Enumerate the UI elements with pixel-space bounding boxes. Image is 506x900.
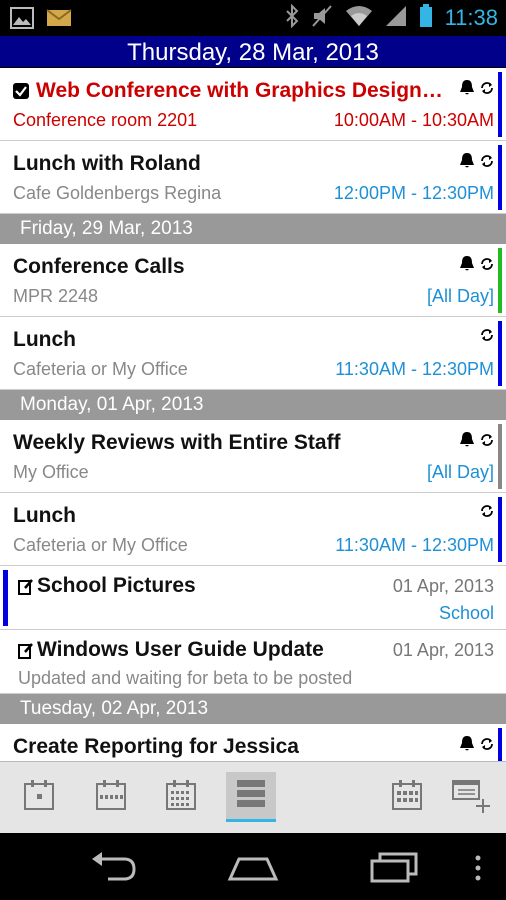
list-item[interactable]: Lunch Cafeteria or My Office 11:30AM - 1… (0, 493, 506, 566)
task-title: Windows User Guide Update (37, 638, 324, 661)
view-toolbar (0, 761, 506, 833)
recent-apps-icon[interactable] (368, 849, 422, 890)
event-time: 11:30AM - 12:30PM (335, 535, 494, 555)
task-due-date: 01 Apr, 2013 (392, 640, 494, 660)
bell-icon (458, 152, 476, 175)
list-item[interactable]: Create Reporting for Jessica (0, 724, 506, 761)
checked-checkbox-icon[interactable] (13, 83, 29, 99)
event-title: Lunch with Roland (13, 152, 201, 175)
back-icon[interactable] (88, 849, 138, 890)
event-title: Lunch (13, 504, 76, 527)
task-color-bar (3, 570, 8, 626)
calendar-color-bar (498, 248, 502, 313)
task-note: Updated and waiting for beta to be poste… (18, 668, 353, 688)
calendar-color-bar (498, 321, 502, 386)
week-view-icon (95, 779, 127, 816)
repeat-icon (480, 328, 494, 347)
status-bar: 11:38 (0, 0, 506, 36)
mute-icon (311, 4, 333, 33)
event-location: Cafeteria or My Office (13, 535, 188, 555)
repeat-icon (480, 81, 494, 100)
event-time: 11:30AM - 12:30PM (335, 359, 494, 379)
home-icon[interactable] (226, 849, 280, 890)
event-location: MPR 2248 (13, 286, 99, 306)
task-title: School Pictures (37, 574, 196, 597)
task-item[interactable]: Windows User Guide Update 01 Apr, 2013 U… (0, 630, 506, 694)
navigation-bar (0, 833, 506, 900)
bell-icon (458, 255, 476, 278)
repeat-icon (480, 257, 494, 276)
overflow-menu-icon[interactable] (474, 855, 482, 886)
repeat-icon (480, 737, 494, 756)
event-location: Conference room 2201 (13, 110, 198, 130)
section-header: Friday, 29 Mar, 2013 (0, 214, 506, 244)
section-header: Monday, 01 Apr, 2013 (0, 390, 506, 420)
battery-icon (419, 3, 433, 33)
event-time: 12:00PM - 12:30PM (333, 183, 494, 203)
task-category: School (438, 603, 494, 623)
event-location: Cafe Goldenbergs Regina (13, 183, 222, 203)
event-title: Conference Calls (13, 255, 185, 278)
event-time: [All Day] (426, 462, 494, 482)
task-item[interactable]: School Pictures 01 Apr, 2013 School (0, 566, 506, 630)
list-item[interactable]: Web Conference with Graphics Design… Con… (0, 68, 506, 141)
event-title: Lunch (13, 328, 76, 351)
repeat-icon (480, 154, 494, 173)
repeat-icon (480, 504, 494, 523)
day-view-icon (23, 779, 55, 816)
month-view-icon (165, 779, 197, 816)
bluetooth-icon (285, 3, 299, 33)
event-location: Cafeteria or My Office (13, 359, 188, 379)
event-title: Create Reporting for Jessica (13, 735, 299, 758)
section-header: Tuesday, 02 Apr, 2013 (0, 694, 506, 724)
task-due-date: 01 Apr, 2013 (392, 576, 494, 596)
month-view-button[interactable] (156, 772, 206, 822)
event-location: My Office (13, 462, 89, 482)
list-item[interactable]: Conference Calls MPR 2248 [All Day] (0, 244, 506, 317)
event-title: Weekly Reviews with Entire Staff (13, 431, 341, 454)
event-time: 10:00AM - 10:30AM (333, 110, 494, 130)
calendar-color-bar (498, 497, 502, 562)
calendar-color-bar (498, 728, 502, 761)
calendar-color-bar (498, 72, 502, 137)
calendar-color-bar (498, 424, 502, 489)
agenda-view-icon (235, 778, 267, 813)
repeat-icon (480, 433, 494, 452)
signal-icon (385, 5, 407, 32)
gallery-icon (10, 7, 34, 34)
list-item[interactable]: Lunch Cafeteria or My Office 11:30AM - 1… (0, 317, 506, 390)
list-item[interactable]: Lunch with Roland Cafe Goldenbergs Regin… (0, 141, 506, 214)
calendar-color-bar (498, 145, 502, 210)
bell-icon (458, 431, 476, 454)
today-button[interactable] (382, 772, 432, 822)
list-item[interactable]: Weekly Reviews with Entire Staff My Offi… (0, 420, 506, 493)
new-event-button[interactable] (446, 772, 496, 822)
day-view-button[interactable] (14, 772, 64, 822)
today-calendar-icon (391, 779, 423, 816)
date-header: Thursday, 28 Mar, 2013 (0, 36, 506, 68)
status-clock: 11:38 (444, 5, 498, 30)
task-edit-icon (18, 578, 34, 601)
new-event-icon (449, 775, 493, 820)
agenda-view-button[interactable] (226, 772, 276, 822)
week-view-button[interactable] (86, 772, 136, 822)
bell-icon (458, 735, 476, 758)
wifi-icon (345, 5, 373, 32)
task-edit-icon (18, 642, 34, 665)
agenda-list[interactable]: Thursday, 28 Mar, 2013 Web Conference wi… (0, 36, 506, 761)
bell-icon (458, 79, 476, 102)
email-icon (46, 9, 72, 32)
event-title: Web Conference with Graphics Design… (36, 79, 443, 102)
event-time: [All Day] (426, 286, 494, 306)
